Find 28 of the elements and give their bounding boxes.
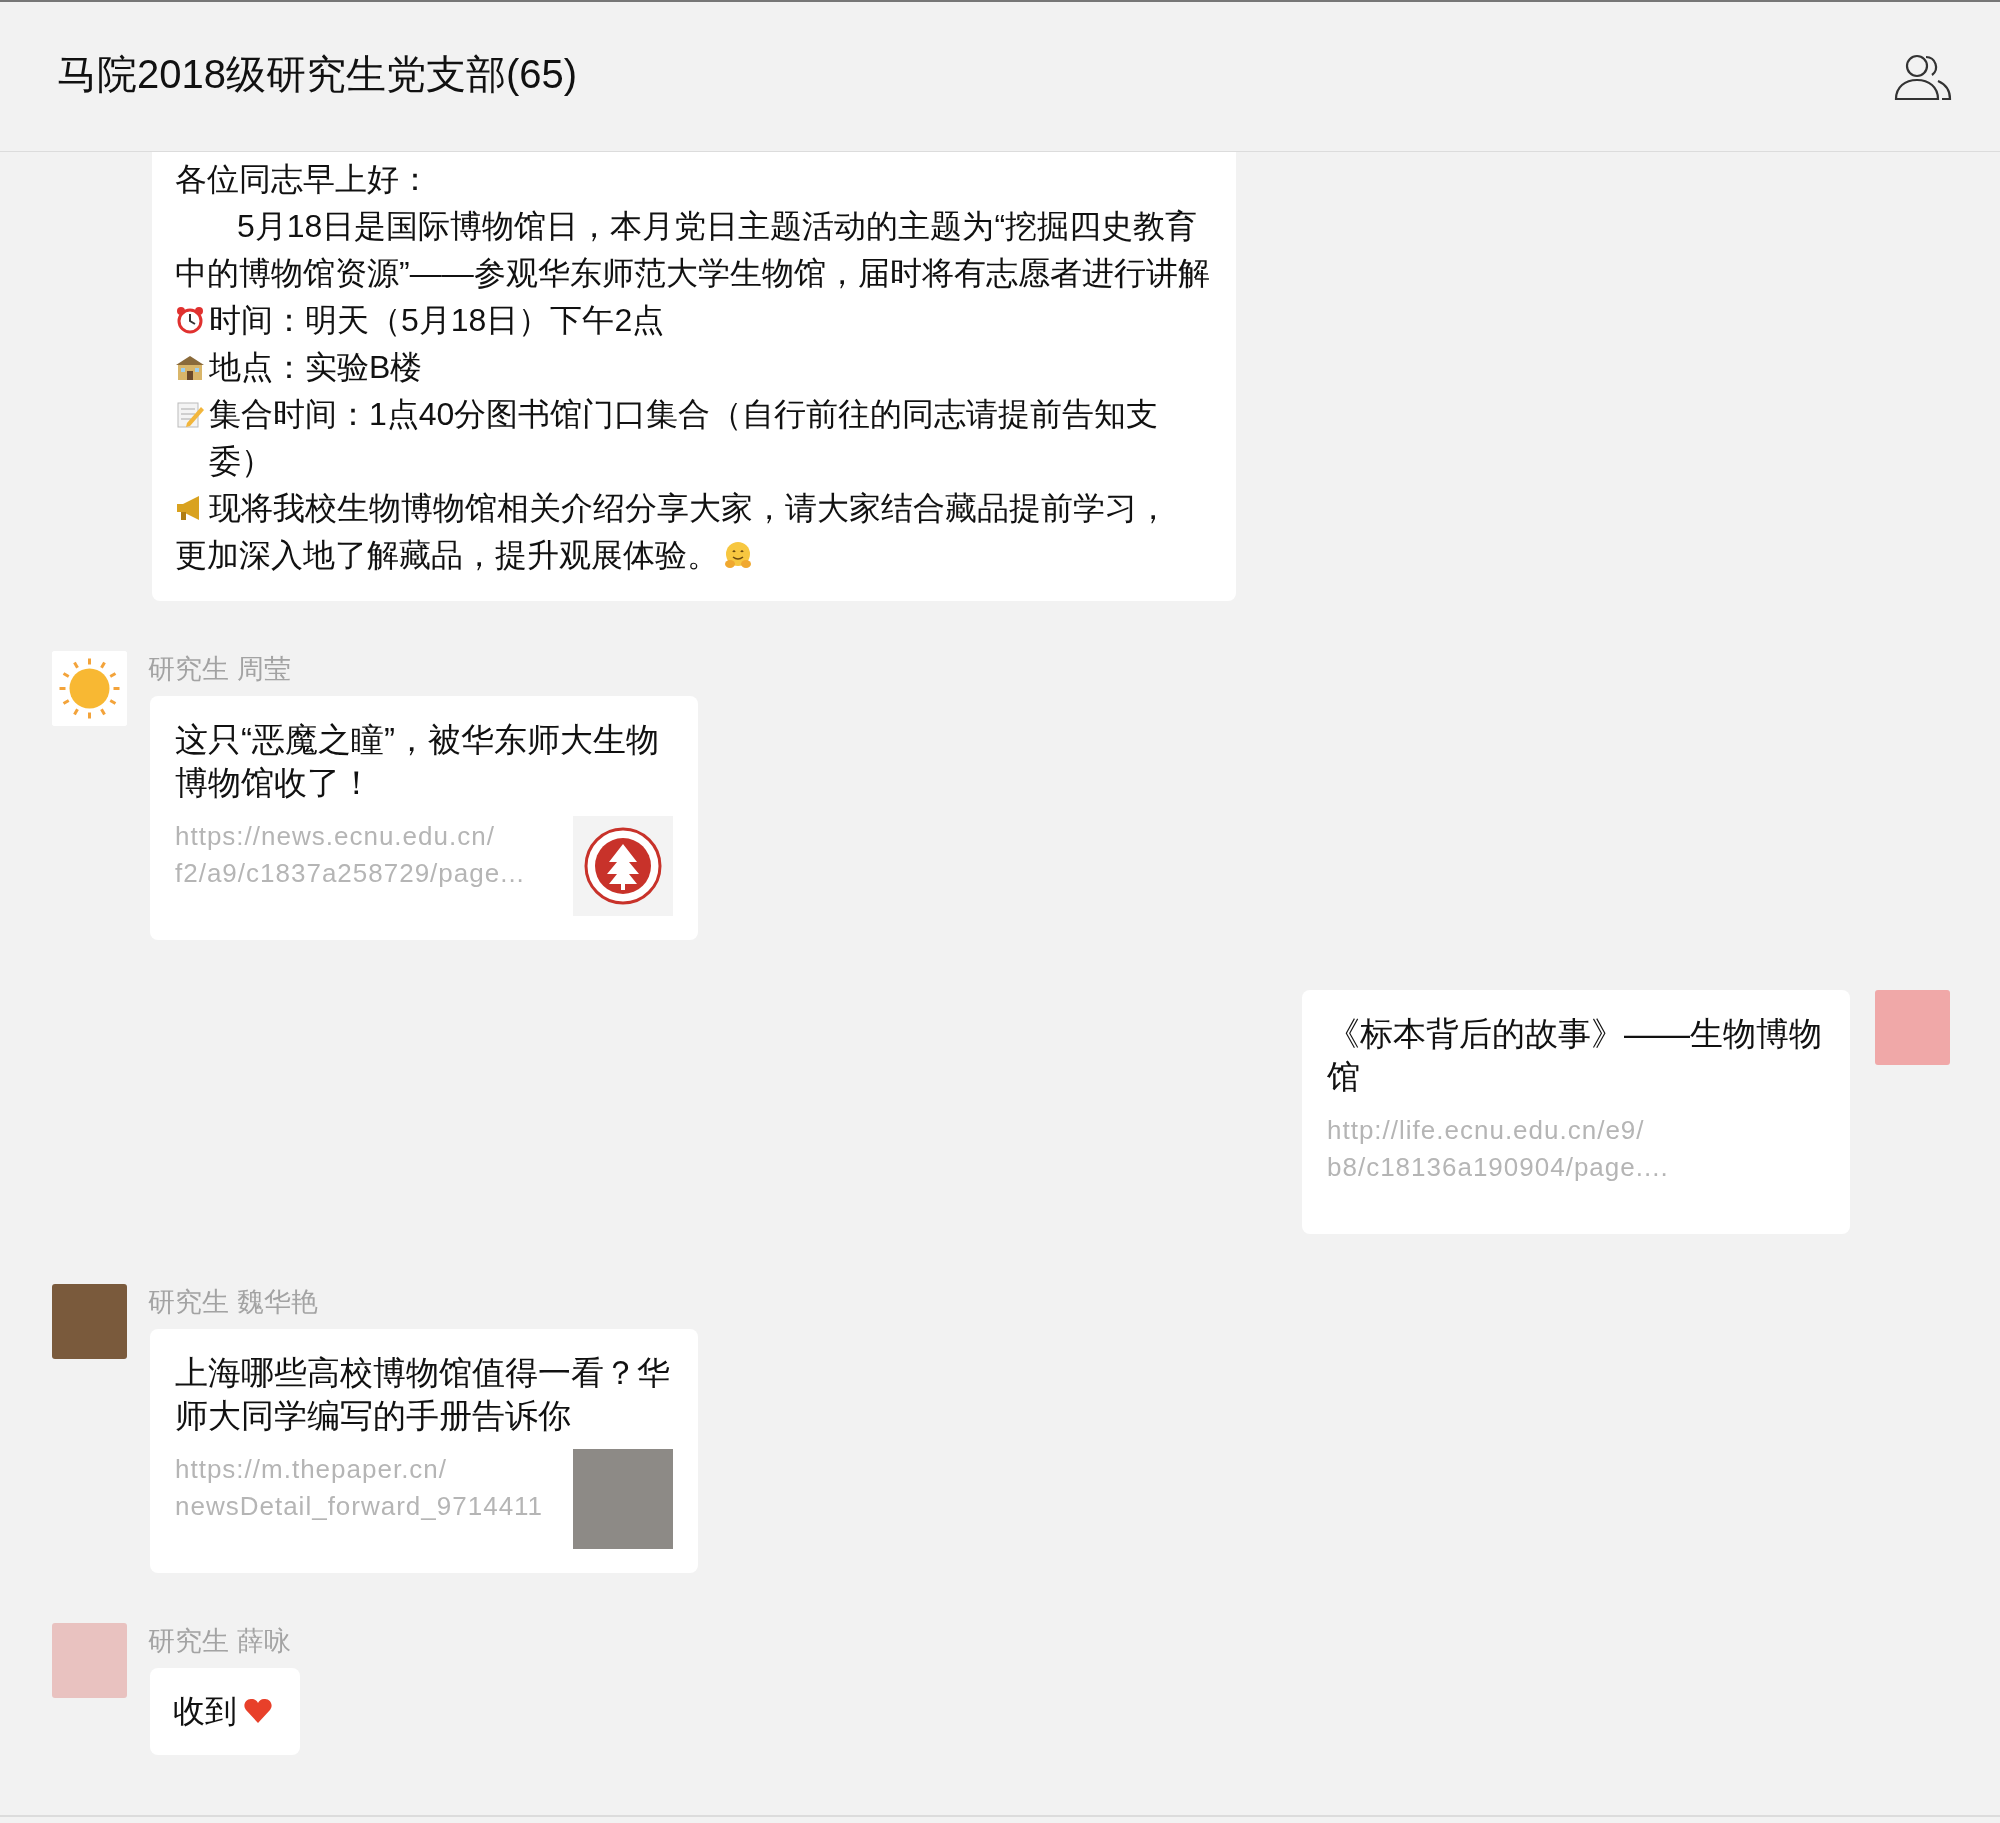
link-url: https://news.ecnu.edu.cn/ f2/a9/c1837a258729/page... bbox=[175, 820, 525, 890]
chat-title: 马院2018级研究生党支部(65) bbox=[57, 50, 578, 98]
link-card[interactable]: 这只“恶魔之瞳”，被华东师大生物博物馆收了！ https://news.ecnu.edu.cn/ f2/a9/c1837a258729/page... bbox=[150, 696, 698, 940]
message-text: 更加深入地了解藏品，提升观展体验。 bbox=[175, 536, 719, 575]
message-text: 各位同志早上好： bbox=[175, 160, 431, 199]
avatar-placeholder[interactable] bbox=[1875, 990, 1950, 1065]
university-seal-logo-icon bbox=[573, 816, 673, 916]
link-title: 《标本背后的故事》——生物博物馆 bbox=[1327, 1014, 1823, 1097]
avatar-photo-placeholder[interactable] bbox=[52, 1623, 127, 1698]
link-url: https://m.thepaper.cn/ newsDetail_forward_9714411 bbox=[175, 1453, 544, 1523]
message-text: 地点：实验B楼 bbox=[209, 348, 423, 387]
link-title: 上海哪些高校博物馆值得一看？华师大同学编写的手册告诉你 bbox=[175, 1353, 671, 1436]
message-text: 5月18日是国际博物馆日，本月党日主题活动的主题为“挖掘四史教育中的博物馆资源”——参观华东师范大学生物馆，届时将有志愿者进行讲解 bbox=[175, 207, 1211, 293]
sender-name: 研究生 薛咏 bbox=[148, 1625, 291, 1658]
avatar-photo-placeholder[interactable] bbox=[52, 1284, 127, 1359]
message-text: 现将我校生物博物馆相关介绍分享大家，请大家结合藏品提前学习， bbox=[209, 489, 1169, 528]
memo-pencil-icon bbox=[175, 399, 205, 429]
link-title: 这只“恶魔之瞳”，被华东师大生物博物馆收了！ bbox=[175, 720, 660, 803]
hugging-face-icon bbox=[723, 540, 753, 570]
message-text: 集合时间：1点40分图书馆门口集合（自行前往的同志请提前告知支委） bbox=[209, 395, 1160, 481]
link-card[interactable]: 上海哪些高校博物馆值得一看？华师大同学编写的手册告诉你 https://m.thepaper.cn/ newsDetail_forward_9714411 bbox=[150, 1329, 698, 1573]
alarm-clock-icon bbox=[175, 305, 205, 335]
link-card[interactable]: 《标本背后的故事》——生物博物馆 http://life.ecnu.edu.cn/e9/ b8/c18136a190904/page.... bbox=[1302, 990, 1850, 1234]
sender-name: 研究生 周莹 bbox=[148, 653, 291, 686]
link-url: http://life.ecnu.edu.cn/e9/ b8/c18136a190904/page.... bbox=[1327, 1114, 1669, 1184]
message-text: 收到 bbox=[173, 1692, 237, 1731]
sender-name: 研究生 魏华艳 bbox=[148, 1286, 318, 1319]
message-text: 时间：明天（5月18日）下午2点 bbox=[209, 301, 665, 340]
